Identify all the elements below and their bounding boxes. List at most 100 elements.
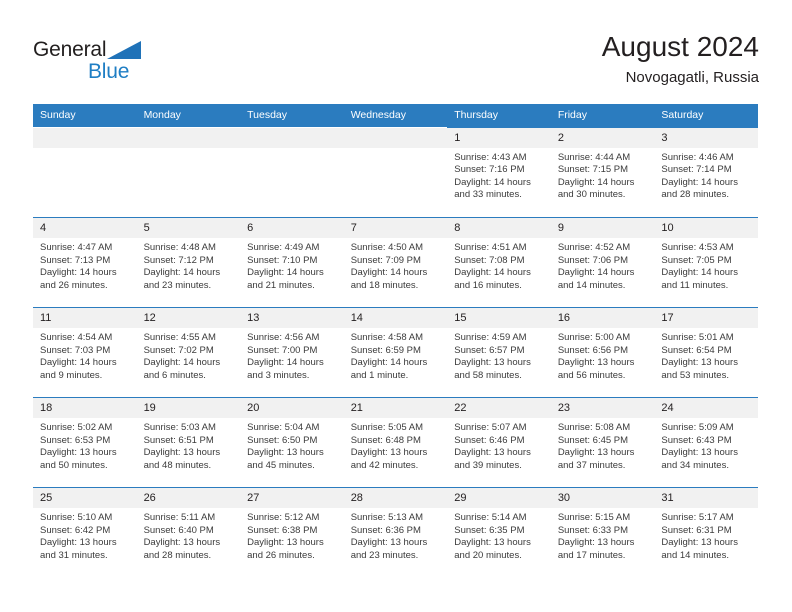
sunset-text: Sunset: 6:45 PM [557,434,629,446]
sunset-text: Sunset: 6:51 PM [143,434,214,446]
calendar-day-cell[interactable]: 23 Sunrise: 5:08 AM Sunset: 6:45 PM Dayligh… [550,397,655,488]
calendar-day-cell[interactable]: 5 Sunrise: 4:48 AM Sunset: 7:12 PM Daylight… [136,217,241,308]
calendar-day-cell[interactable]: 3 Sunrise: 4:46 AM Sunset: 7:14 PM Daylight… [654,127,758,218]
sunset-text: Sunset: 7:00 PM [247,344,318,356]
calendar-day-cell-empty [343,127,448,218]
day-number: 14 [343,308,448,328]
day-sun-info: Sunrise: 4:52 AM Sunset: 7:06 PM Daylight:… [551,238,655,292]
day-number: 29 [447,488,551,508]
day-number: 13 [240,308,344,328]
calendar-day-cell[interactable]: 18 Sunrise: 5:02 AM Sunset: 6:53 PM Dayligh… [33,397,137,488]
sunset-text: Sunset: 6:46 PM [454,434,525,446]
day-sun-info: Sunrise: 4:58 AM Sunset: 6:59 PM Daylight:… [344,328,448,382]
calendar-day-cell[interactable]: 9 Sunrise: 4:52 AM Sunset: 7:06 PM Daylight… [550,217,655,308]
calendar-day-cell[interactable]: 8 Sunrise: 4:51 AM Sunset: 7:08 PM Daylight… [447,217,551,308]
day-sun-info: Sunrise: 5:03 AM Sunset: 6:51 PM Daylight:… [137,418,241,472]
sunrise-text: Sunrise: 5:07 AM [454,422,527,433]
day-sun-info: Sunrise: 4:56 AM Sunset: 7:00 PM Daylight:… [240,328,344,382]
sunrise-text: Sunrise: 5:17 AM [661,512,734,523]
sunrise-text: Sunrise: 5:05 AM [350,422,424,433]
daylight-text: Daylight: 14 hours [454,267,531,279]
daylight-text: and 33 minutes. [454,189,522,201]
weekday-header: Sunday Monday Tuesday Wednesday Thursday Frid… [33,104,758,128]
calendar-day-cell[interactable]: 24 Sunrise: 5:09 AM Sunset: 6:43 PM Dayligh… [654,397,758,488]
day-number [240,128,344,148]
daylight-text: and 11 minutes. [661,279,729,291]
calendar-day-cell[interactable]: 19 Sunrise: 5:03 AM Sunset: 6:51 PM Dayligh… [136,397,241,488]
day-number: 19 [136,398,241,418]
calendar-day-cell[interactable]: 4 Sunrise: 4:47 AM Sunset: 7:13 PM Daylight… [33,217,137,308]
daylight-text: Daylight: 13 hours [557,447,635,459]
day-sun-info: Sunrise: 4:50 AM Sunset: 7:09 PM Daylight:… [344,238,448,292]
day-number: 4 [33,218,137,238]
daylight-text: Daylight: 13 hours [350,447,428,459]
sunrise-text: Sunrise: 5:02 AM [40,422,113,433]
sunrise-text: Sunrise: 4:43 AM [454,151,527,163]
weekday-header-cell: Monday [136,104,241,128]
sunrise-text: Sunrise: 4:56 AM [247,332,320,343]
sunrise-text: Sunrise: 4:59 AM [454,332,527,343]
sunrise-text: Sunrise: 4:44 AM [557,151,631,163]
calendar-day-cell[interactable]: 22 Sunrise: 5:07 AM Sunset: 6:46 PM Dayligh… [447,397,551,488]
sunrise-text: Sunrise: 4:49 AM [247,242,320,253]
day-sun-info: Sunrise: 5:09 AM Sunset: 6:43 PM Daylight:… [654,418,758,472]
day-sun-info: Sunrise: 5:00 AM Sunset: 6:56 PM Daylight:… [551,328,655,382]
calendar-day-cell[interactable]: 6 Sunrise: 4:49 AM Sunset: 7:10 PM Daylight… [240,217,344,308]
calendar-day-cell[interactable]: 30 Sunrise: 5:15 AM Sunset: 6:33 PM Dayligh… [550,487,655,577]
calendar-day-cell[interactable]: 20 Sunrise: 5:04 AM Sunset: 6:50 PM Dayligh… [240,397,344,488]
daylight-text: and 26 minutes. [40,279,108,291]
calendar-day-cell[interactable]: 17 Sunrise: 5:01 AM Sunset: 6:54 PM Dayligh… [654,307,758,398]
day-sun-info: Sunrise: 4:53 AM Sunset: 7:05 PM Daylight:… [654,238,758,292]
day-number: 2 [550,127,655,148]
calendar-week-row: 4 Sunrise: 4:47 AM Sunset: 7:13 PM Daylight… [33,217,758,308]
sunset-text: Sunset: 6:53 PM [40,434,111,446]
sunrise-text: Sunrise: 5:03 AM [143,422,216,433]
calendar-day-cell[interactable]: 21 Sunrise: 5:05 AM Sunset: 6:48 PM Dayligh… [343,397,448,488]
calendar-day-cell[interactable]: 16 Sunrise: 5:00 AM Sunset: 6:56 PM Dayligh… [550,307,655,398]
daylight-text: and 1 minute. [350,369,409,381]
sunset-text: Sunset: 6:31 PM [661,524,732,536]
day-sun-info: Sunrise: 5:02 AM Sunset: 6:53 PM Daylight:… [33,418,137,472]
day-number: 18 [33,398,137,418]
day-sun-info: Sunrise: 4:51 AM Sunset: 7:08 PM Daylight:… [447,238,551,292]
calendar-day-cell[interactable]: 27 Sunrise: 5:12 AM Sunset: 6:38 PM Dayligh… [240,487,344,577]
daylight-text: Daylight: 13 hours [40,447,117,459]
daylight-text: and 16 minutes. [454,279,522,291]
weekday-header-cell: Thursday [447,104,551,128]
calendar-day-cell[interactable]: 10 Sunrise: 4:53 AM Sunset: 7:05 PM Dayligh… [654,217,758,308]
daylight-text: and 20 minutes. [454,549,522,561]
calendar-day-cell[interactable]: 12 Sunrise: 4:55 AM Sunset: 7:02 PM Dayligh… [136,307,241,398]
calendar-day-cell[interactable]: 28 Sunrise: 5:13 AM Sunset: 6:36 PM Dayligh… [343,487,448,577]
daylight-text: and 17 minutes. [557,549,626,561]
calendar-day-cell[interactable]: 2 Sunrise: 4:44 AM Sunset: 7:15 PM Daylight… [550,127,655,218]
sunset-text: Sunset: 7:03 PM [40,344,111,356]
day-sun-info: Sunrise: 5:13 AM Sunset: 6:36 PM Daylight:… [344,508,448,562]
calendar-day-cell[interactable]: 7 Sunrise: 4:50 AM Sunset: 7:09 PM Daylight… [343,217,448,308]
day-number: 12 [136,308,241,328]
calendar-day-cell-empty [33,127,137,218]
calendar-day-cell[interactable]: 14 Sunrise: 4:58 AM Sunset: 6:59 PM Dayligh… [343,307,448,398]
calendar-day-cell[interactable]: 25 Sunrise: 5:10 AM Sunset: 6:42 PM Dayligh… [33,487,137,577]
day-sun-info: Sunrise: 5:11 AM Sunset: 6:40 PM Daylight:… [137,508,241,562]
calendar-day-cell[interactable]: 26 Sunrise: 5:11 AM Sunset: 6:40 PM Dayligh… [136,487,241,577]
brand-logo[interactable]: General Blue [33,38,163,84]
daylight-text: Daylight: 13 hours [661,357,738,369]
day-number [136,128,241,148]
calendar-day-cell[interactable]: 11 Sunrise: 4:54 AM Sunset: 7:03 PM Dayligh… [33,307,137,398]
day-sun-info: Sunrise: 4:49 AM Sunset: 7:10 PM Daylight:… [240,238,344,292]
daylight-text: and 42 minutes. [350,459,419,471]
daylight-text: Daylight: 13 hours [143,447,221,459]
day-number: 9 [550,218,655,238]
sunset-text: Sunset: 7:10 PM [247,254,318,266]
sunrise-text: Sunrise: 5:04 AM [247,422,320,433]
calendar-day-cell[interactable]: 15 Sunrise: 4:59 AM Sunset: 6:57 PM Dayligh… [447,307,551,398]
calendar-day-cell[interactable]: 31 Sunrise: 5:17 AM Sunset: 6:31 PM Dayligh… [654,487,758,577]
calendar-day-cell[interactable]: 1 Sunrise: 4:43 AM Sunset: 7:16 PM Daylight… [447,127,551,218]
daylight-text: Daylight: 13 hours [454,537,531,549]
calendar-day-cell[interactable]: 29 Sunrise: 5:14 AM Sunset: 6:35 PM Dayligh… [447,487,551,577]
sunrise-text: Sunrise: 4:54 AM [40,332,113,343]
daylight-text: Daylight: 13 hours [454,357,531,369]
day-number: 16 [550,308,655,328]
calendar-day-cell[interactable]: 13 Sunrise: 4:56 AM Sunset: 7:00 PM Dayligh… [240,307,344,398]
day-sun-info: Sunrise: 4:43 AM Sunset: 7:16 PM Daylight:… [447,148,551,202]
